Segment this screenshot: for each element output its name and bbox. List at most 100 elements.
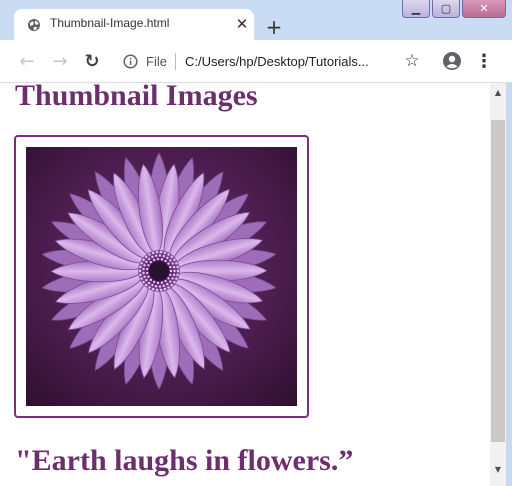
browser-tab[interactable]: Thumbnail-Image.html ✕ — [14, 9, 254, 40]
flower-stamen — [166, 282, 169, 286]
flower-stamen — [167, 286, 170, 289]
page-viewport: Thumbnail Images "Earth laughs in flower… — [0, 83, 490, 486]
tab-title: Thumbnail-Image.html — [50, 16, 170, 30]
flower-stamen — [169, 269, 173, 273]
flower-stamen — [154, 285, 158, 288]
flower-stamen — [176, 269, 180, 273]
menu-kebab-icon[interactable]: ⋮ — [474, 51, 494, 72]
flower-stamen — [145, 255, 148, 259]
browser-toolbar: ← → ↻ File C:/Users/hp/Desktop/Tutorials… — [0, 40, 512, 83]
flower-stamen — [162, 284, 165, 287]
flower-stamen — [159, 288, 163, 292]
flower-stamen — [147, 281, 151, 285]
forward-arrow-icon[interactable]: → — [50, 51, 70, 72]
url-text[interactable]: C:/Users/hp/Desktop/Tutorials... — [185, 54, 369, 69]
flower-stamen — [151, 283, 154, 287]
new-tab-button[interactable]: + — [262, 15, 286, 39]
flower-stamen — [149, 278, 153, 282]
address-bar[interactable]: File C:/Users/hp/Desktop/Tutorials... — [113, 47, 393, 76]
flower-stamen — [172, 273, 176, 277]
flower-stamen — [164, 259, 167, 263]
bookmark-star-icon[interactable]: ☆ — [402, 51, 422, 71]
flower-stamen — [151, 251, 155, 255]
flower-stamen — [162, 255, 165, 258]
flower-stamen — [163, 251, 167, 255]
flower-stamen — [158, 254, 162, 257]
close-tab-icon[interactable]: ✕ — [233, 13, 251, 35]
flower-stamen — [143, 264, 146, 267]
flower-stamen — [172, 265, 176, 269]
flower-stamen — [171, 277, 174, 280]
close-window-button[interactable]: ✕ — [462, 0, 506, 18]
flower-stamen — [156, 281, 160, 285]
profile-icon[interactable] — [442, 51, 462, 71]
flower-stamen — [139, 265, 142, 269]
flower-stamen — [148, 253, 151, 256]
scroll-up-icon[interactable]: ▲ — [490, 85, 506, 99]
thumbnail-frame[interactable] — [14, 135, 309, 418]
back-arrow-icon[interactable]: ← — [17, 51, 37, 72]
flower-stamen — [151, 255, 154, 259]
page-title: Thumbnail Images — [15, 83, 258, 112]
flower-stamen — [171, 262, 174, 265]
flower-stamen — [169, 265, 172, 269]
flower-stamen — [156, 257, 160, 261]
flower-stamen — [175, 262, 178, 265]
flower-stamen — [169, 259, 172, 262]
flower-stamen — [170, 283, 173, 287]
flower-stamen — [142, 280, 145, 284]
flower-stamen — [173, 280, 176, 284]
flower-stamen — [147, 257, 151, 261]
maximize-button[interactable]: ▢ — [432, 0, 460, 18]
flower-stamen — [140, 262, 143, 265]
window-controls: ▁ ▢ ✕ — [402, 0, 506, 18]
site-label: File — [146, 54, 167, 69]
flower-stamen — [164, 279, 167, 283]
vertical-scrollbar[interactable]: ▲ ▼ — [490, 83, 506, 486]
flower-stamen — [152, 258, 156, 262]
address-divider — [175, 53, 176, 70]
scroll-down-icon[interactable]: ▼ — [490, 462, 506, 476]
flower-stamen — [145, 283, 148, 287]
flower-stamen — [160, 281, 164, 284]
flower-stamen — [145, 278, 148, 282]
globe-icon — [28, 19, 40, 31]
minimize-button[interactable]: ▁ — [402, 0, 430, 18]
flower-stamen — [159, 250, 163, 254]
flower-stamen — [158, 285, 162, 288]
flower-stamen — [145, 260, 148, 264]
flower-stamen — [155, 250, 159, 254]
flower-stamen — [145, 271, 149, 275]
flower-stamen — [139, 273, 142, 277]
flower-stamen — [148, 286, 151, 289]
flower-stamen — [170, 255, 173, 259]
scrollbar-thumb[interactable] — [491, 120, 505, 442]
flower-stamen — [142, 271, 145, 275]
flower-stamen — [145, 267, 149, 271]
flower-stamen — [167, 253, 170, 256]
flower-stamen — [142, 267, 145, 271]
flower-stamen — [176, 273, 179, 277]
flower-stamen — [143, 275, 146, 278]
flower-stamen — [155, 288, 159, 292]
flower-stamen — [149, 260, 153, 264]
window-border — [506, 83, 512, 486]
flower-stamen — [163, 287, 167, 291]
tab-strip: Thumbnail-Image.html ✕ + ▁ ▢ ✕ — [0, 0, 512, 40]
flower-stamen — [166, 256, 169, 260]
flower-stamen — [169, 280, 172, 283]
flower-stamen — [173, 269, 176, 273]
flower-stamen — [147, 275, 150, 278]
flower-stamen — [154, 254, 158, 257]
info-icon[interactable] — [123, 54, 138, 69]
flower-stamen — [140, 277, 143, 280]
flower-stamen — [151, 287, 155, 291]
flower-stamen — [167, 262, 170, 265]
flower-stamen — [160, 258, 164, 261]
flower-thumbnail-image[interactable] — [26, 147, 297, 406]
flower-stamen — [169, 273, 172, 277]
flower-stamen — [176, 265, 179, 269]
reload-icon[interactable]: ↻ — [82, 51, 102, 72]
flower-stamen — [173, 258, 176, 262]
flower-stamen — [142, 258, 145, 262]
